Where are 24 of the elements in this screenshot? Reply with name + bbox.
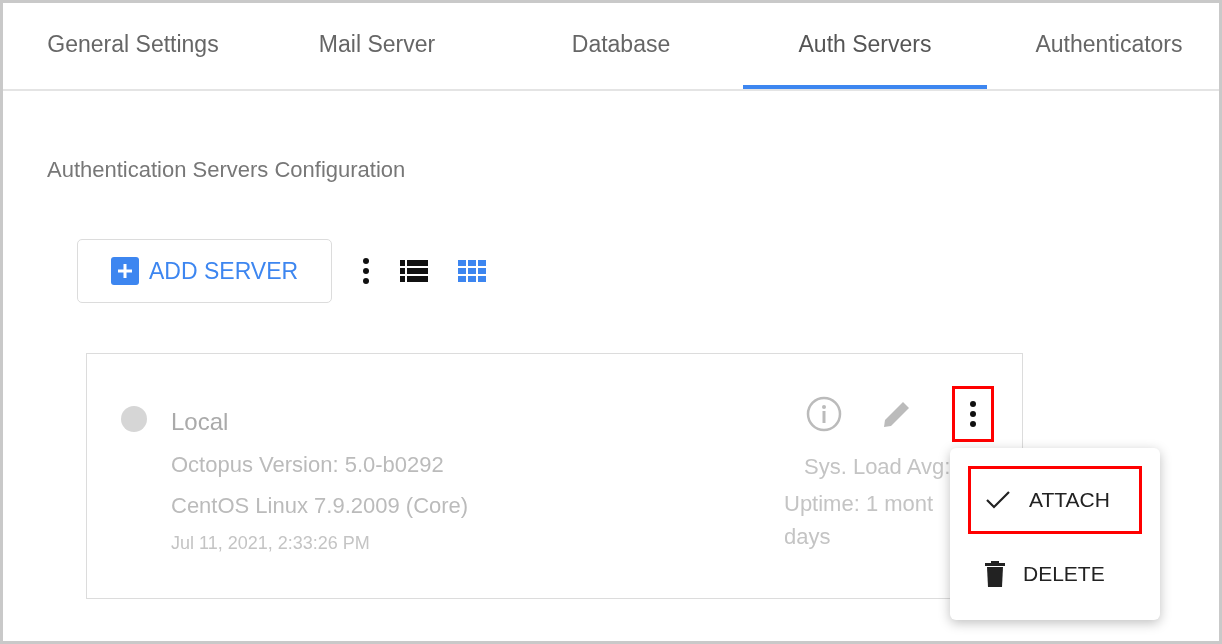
- more-vertical-icon: [969, 401, 977, 427]
- server-name: Local: [171, 407, 230, 437]
- tab[interactable]: Authenticators: [987, 3, 1219, 89]
- server-detail: Octopus Version: 5.0-b0292: [171, 451, 445, 479]
- server-stat: Uptime: 1 mont: [784, 490, 935, 518]
- trash-icon: [985, 561, 1005, 587]
- section-title: Authentication Servers Configuration: [47, 156, 407, 184]
- server-detail: CentOS Linux 7.9.2009 (Core): [171, 492, 469, 520]
- add-server-button[interactable]: ADD SERVER: [77, 239, 333, 303]
- tab[interactable]: Database: [499, 3, 743, 89]
- list-view-icon[interactable]: [400, 260, 429, 282]
- checkmark-icon: [985, 490, 1011, 510]
- menu-item[interactable]: DELETE: [968, 540, 1142, 608]
- tab[interactable]: General Settings: [11, 3, 255, 89]
- grid-view-icon[interactable]: [458, 260, 487, 282]
- timestamp: Jul 11, 2021, 2:33:26 PM: [171, 532, 371, 555]
- menu-item[interactable]: ATTACH: [968, 466, 1142, 534]
- tab[interactable]: Auth Servers: [743, 3, 987, 89]
- more-vertical-button[interactable]: [952, 386, 994, 442]
- plus-icon: [111, 257, 139, 285]
- more-vertical-icon[interactable]: [362, 258, 371, 284]
- server-stat: Sys. Load Avg:: [803, 453, 952, 481]
- tab[interactable]: Mail Server: [255, 3, 499, 89]
- server-stat: days: [784, 523, 832, 551]
